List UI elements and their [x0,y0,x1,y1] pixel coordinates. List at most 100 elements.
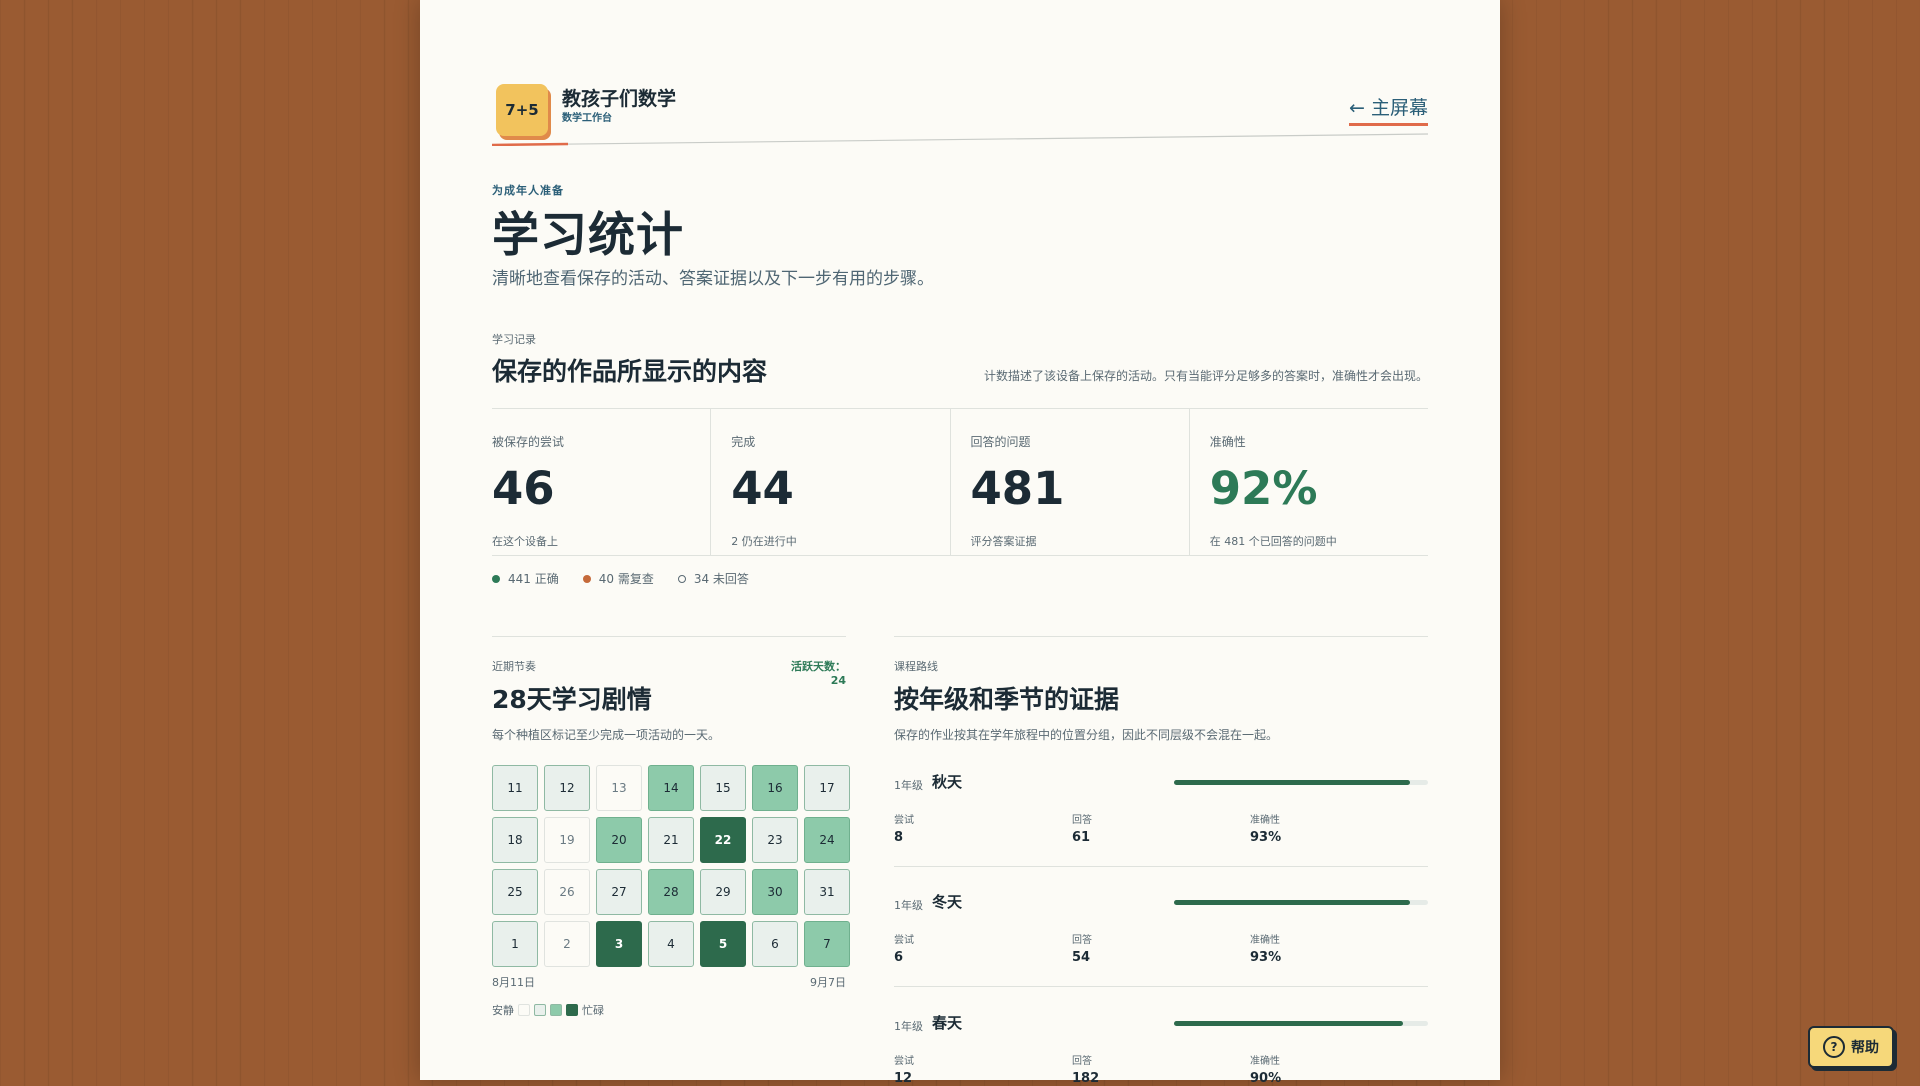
legend-label: 34 未回答 [693,572,749,586]
help-button[interactable]: ? 帮助 [1808,1026,1894,1068]
calendar-day[interactable]: 11 [492,765,538,811]
grade-label: 1年级 [894,1020,923,1033]
correct-dot-icon [492,574,500,583]
attempts-label: 尝试 [894,935,914,946]
accuracy-bar-fill [1174,780,1411,785]
calendar-day[interactable]: 13 [596,765,642,811]
accuracy-label: 准确性 [1250,815,1280,826]
accuracy-bar [1174,900,1428,905]
accuracy-label: 准确性 [1250,935,1280,946]
help-icon: ? [1823,1036,1845,1058]
calendar-day[interactable]: 20 [596,817,642,863]
calendar-day[interactable]: 7 [804,921,850,967]
curriculum-description: 保存的作业按其在学年旅程中的位置分组，因此不同层级不会混在一起。 [894,728,1279,742]
review-dot-icon [582,574,591,583]
calendar-day[interactable]: 16 [752,765,798,811]
header-divider [492,133,1428,146]
stat-label: 被保存的尝试 [492,435,565,449]
accuracy-bar-fill [1174,1021,1403,1026]
calendar-day[interactable]: 21 [648,817,694,863]
brand-title[interactable]: 教孩子们数学 [562,84,676,111]
calendar-start-date: 8月11日 [492,976,535,989]
stat-saved-attempts: 被保存的尝试 46 在这个设备上 [492,409,710,555]
record-section-title: 保存的作品所显示的内容 [492,357,768,386]
calendar-day[interactable]: 1 [492,921,538,967]
calendar-day[interactable]: 25 [492,869,538,915]
home-link[interactable]: ← 主屏幕 [1349,93,1428,126]
heat-swatch-3 [566,1004,578,1016]
legend-correct: 441 正确 [492,570,559,587]
curriculum-divider [894,636,1428,637]
calendar-day[interactable]: 2 [544,921,590,967]
heat-legend-high: 忙碌 [582,1004,604,1017]
stat-label: 完成 [731,435,756,449]
accuracy-value: 93% [1250,830,1282,845]
logo-badge[interactable]: 7+5 [496,84,548,136]
calendar-day[interactable]: 5 [700,921,746,967]
active-days-count: 活跃天数：24 [791,660,846,687]
legend-label: 441 正确 [508,572,559,586]
calendar-day[interactable]: 29 [700,869,746,915]
stat-value: 481 [970,462,1065,515]
calendar-day[interactable]: 22 [700,817,746,863]
season-label: 春天 [932,1014,963,1032]
stat-label: 准确性 [1209,435,1246,449]
unanswered-dot-icon [677,574,686,583]
stat-accuracy: 准确性 92% 在 481 个已回答的问题中 [1188,409,1428,555]
stat-label: 回答的问题 [970,435,1031,449]
calendar-day[interactable]: 31 [804,869,850,915]
calendar-day[interactable]: 17 [804,765,850,811]
season-label: 冬天 [932,893,963,911]
calendar-day[interactable]: 6 [752,921,798,967]
curriculum-section-label: 课程路线 [894,660,938,673]
calendar-day[interactable]: 4 [648,921,694,967]
curriculum-section-title: 按年级和季节的证据 [894,685,1120,714]
stat-note: 评分答案证据 [970,535,1037,548]
row-divider [894,986,1428,987]
calendar-day[interactable]: 12 [544,765,590,811]
record-section-label: 学习记录 [492,333,536,346]
page-subtitle: 清晰地查看保存的活动、答案证据以及下一步有用的步骤。 [492,269,934,289]
grade-label: 1年级 [894,899,923,912]
calendar-day[interactable]: 18 [492,817,538,863]
rhythm-divider [492,636,846,637]
calendar-day[interactable]: 24 [804,817,850,863]
calendar-day[interactable]: 27 [596,869,642,915]
heat-swatch-1 [534,1004,546,1016]
attempts-label: 尝试 [894,1056,914,1067]
accuracy-bar-fill [1174,900,1411,905]
accuracy-value: 90% [1250,1071,1282,1086]
answers-label: 回答 [1072,935,1092,946]
heat-legend-low: 安静 [492,1004,514,1017]
grade-label: 1年级 [894,779,923,792]
attempts-value: 12 [894,1071,913,1086]
stat-value: 46 [492,462,555,515]
answers-label: 回答 [1072,1056,1092,1067]
calendar-day[interactable]: 15 [700,765,746,811]
curriculum-row[interactable]: 1年级 秋天 尝试 8 回答 61 准确性 93% [894,771,1428,845]
heat-legend: 安静 忙碌 [492,1002,604,1018]
heat-swatch-2 [550,1004,562,1016]
legend-unanswered: 34 未回答 [677,570,749,587]
rhythm-section-title: 28天学习剧情 [492,685,652,714]
accuracy-bar [1174,780,1428,785]
row-divider [894,866,1428,867]
curriculum-row[interactable]: 1年级 冬天 尝试 6 回答 54 准确性 93% [894,891,1428,965]
calendar-day[interactable]: 3 [596,921,642,967]
curriculum-row[interactable]: 1年级 春天 尝试 12 回答 182 准确性 90% [894,1012,1428,1086]
stat-questions-answered: 回答的问题 481 评分答案证据 [949,409,1189,555]
stat-note: 在 481 个已回答的问题中 [1209,535,1337,548]
calendar-day[interactable]: 19 [544,817,590,863]
calendar-day[interactable]: 23 [752,817,798,863]
record-section-note: 计数描述了该设备上保存的活动。只有当能评分足够多的答案时，准确性才会出现。 [983,369,1428,383]
legend-label: 40 需复查 [598,572,654,586]
site-header: 7+5 教孩子们数学 数学工作台 ← 主屏幕 [492,0,1428,150]
activity-calendar: 11 12 13 14 15 16 17 18 19 20 21 22 23 24 25 26 27 28 29 30… [492,765,850,967]
calendar-day[interactable]: 30 [752,869,798,915]
calendar-day[interactable]: 26 [544,869,590,915]
calendar-day[interactable]: 14 [648,765,694,811]
page-title: 学习统计 [492,208,684,263]
stat-note: 2 仍在进行中 [731,535,797,548]
calendar-day[interactable]: 28 [648,869,694,915]
heat-swatch-0 [518,1004,530,1016]
